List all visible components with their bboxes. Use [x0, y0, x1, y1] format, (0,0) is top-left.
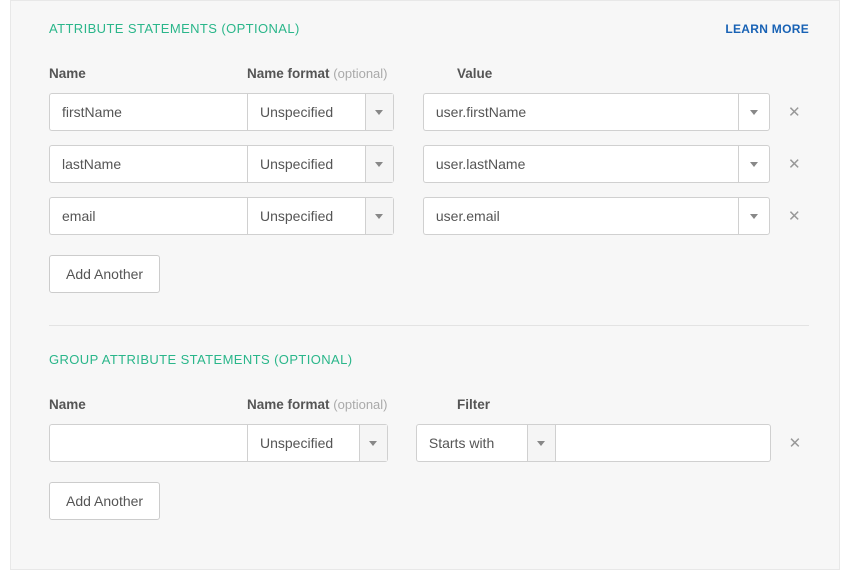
chevron-down-icon[interactable]: [365, 146, 393, 182]
chevron-down-icon[interactable]: [365, 198, 393, 234]
value-dropdown-button[interactable]: [738, 197, 770, 235]
group-name-input[interactable]: [49, 424, 247, 462]
chevron-down-icon: [750, 214, 758, 219]
header-filter: Filter: [427, 397, 782, 412]
group-filter-wrap: Starts with: [416, 424, 771, 462]
chevron-down-icon: [750, 162, 758, 167]
chevron-down-icon: [750, 110, 758, 115]
attr-format-select[interactable]: Unspecified: [247, 197, 394, 235]
remove-row-button[interactable]: ✕: [781, 434, 809, 452]
section-divider: [49, 325, 809, 326]
group-headers: Name Name format (optional) Filter: [49, 397, 809, 412]
chevron-down-icon[interactable]: [365, 94, 393, 130]
group-format-select[interactable]: Unspecified: [247, 424, 388, 462]
close-icon: ✕: [789, 435, 802, 452]
group-filter-select[interactable]: Starts with: [416, 424, 556, 462]
attr-name-input[interactable]: [49, 197, 247, 235]
config-panel: ATTRIBUTE STATEMENTS (OPTIONAL) LEARN MO…: [10, 0, 840, 570]
remove-row-button[interactable]: ✕: [780, 207, 809, 225]
chevron-down-icon[interactable]: [527, 425, 555, 461]
value-dropdown-button[interactable]: [738, 93, 770, 131]
chevron-down-icon[interactable]: [359, 425, 387, 461]
header-name: Name: [49, 66, 247, 81]
attr-value-wrap: [423, 93, 770, 131]
attr-value-wrap: [423, 197, 770, 235]
header-name: Name: [49, 397, 247, 412]
remove-row-button[interactable]: ✕: [780, 155, 809, 173]
attr-value-input[interactable]: [423, 197, 738, 235]
attr-section-title: ATTRIBUTE STATEMENTS (OPTIONAL): [49, 21, 300, 36]
attr-row: Unspecified ✕: [49, 93, 809, 131]
value-dropdown-button[interactable]: [738, 145, 770, 183]
close-icon: ✕: [788, 104, 801, 121]
group-section-header: GROUP ATTRIBUTE STATEMENTS (OPTIONAL): [49, 352, 809, 367]
attr-format-select[interactable]: Unspecified: [247, 93, 394, 131]
attr-value-wrap: [423, 145, 770, 183]
attr-value-input[interactable]: [423, 93, 738, 131]
close-icon: ✕: [788, 156, 801, 173]
attr-value-input[interactable]: [423, 145, 738, 183]
attr-headers: Name Name format (optional) Value: [49, 66, 809, 81]
attr-name-input[interactable]: [49, 93, 247, 131]
add-another-button[interactable]: Add Another: [49, 255, 160, 293]
add-another-button[interactable]: Add Another: [49, 482, 160, 520]
group-section-title: GROUP ATTRIBUTE STATEMENTS (OPTIONAL): [49, 352, 352, 367]
header-format: Name format (optional): [247, 397, 427, 412]
remove-row-button[interactable]: ✕: [780, 103, 809, 121]
attr-row: Unspecified ✕: [49, 145, 809, 183]
attr-section-header: ATTRIBUTE STATEMENTS (OPTIONAL) LEARN MO…: [49, 21, 809, 36]
close-icon: ✕: [788, 208, 801, 225]
group-row: Unspecified Starts with ✕: [49, 424, 809, 462]
learn-more-link[interactable]: LEARN MORE: [725, 22, 809, 36]
group-filter-input[interactable]: [556, 424, 771, 462]
attr-name-input[interactable]: [49, 145, 247, 183]
header-value: Value: [427, 66, 782, 81]
attr-format-select[interactable]: Unspecified: [247, 145, 394, 183]
header-format: Name format (optional): [247, 66, 427, 81]
attr-row: Unspecified ✕: [49, 197, 809, 235]
